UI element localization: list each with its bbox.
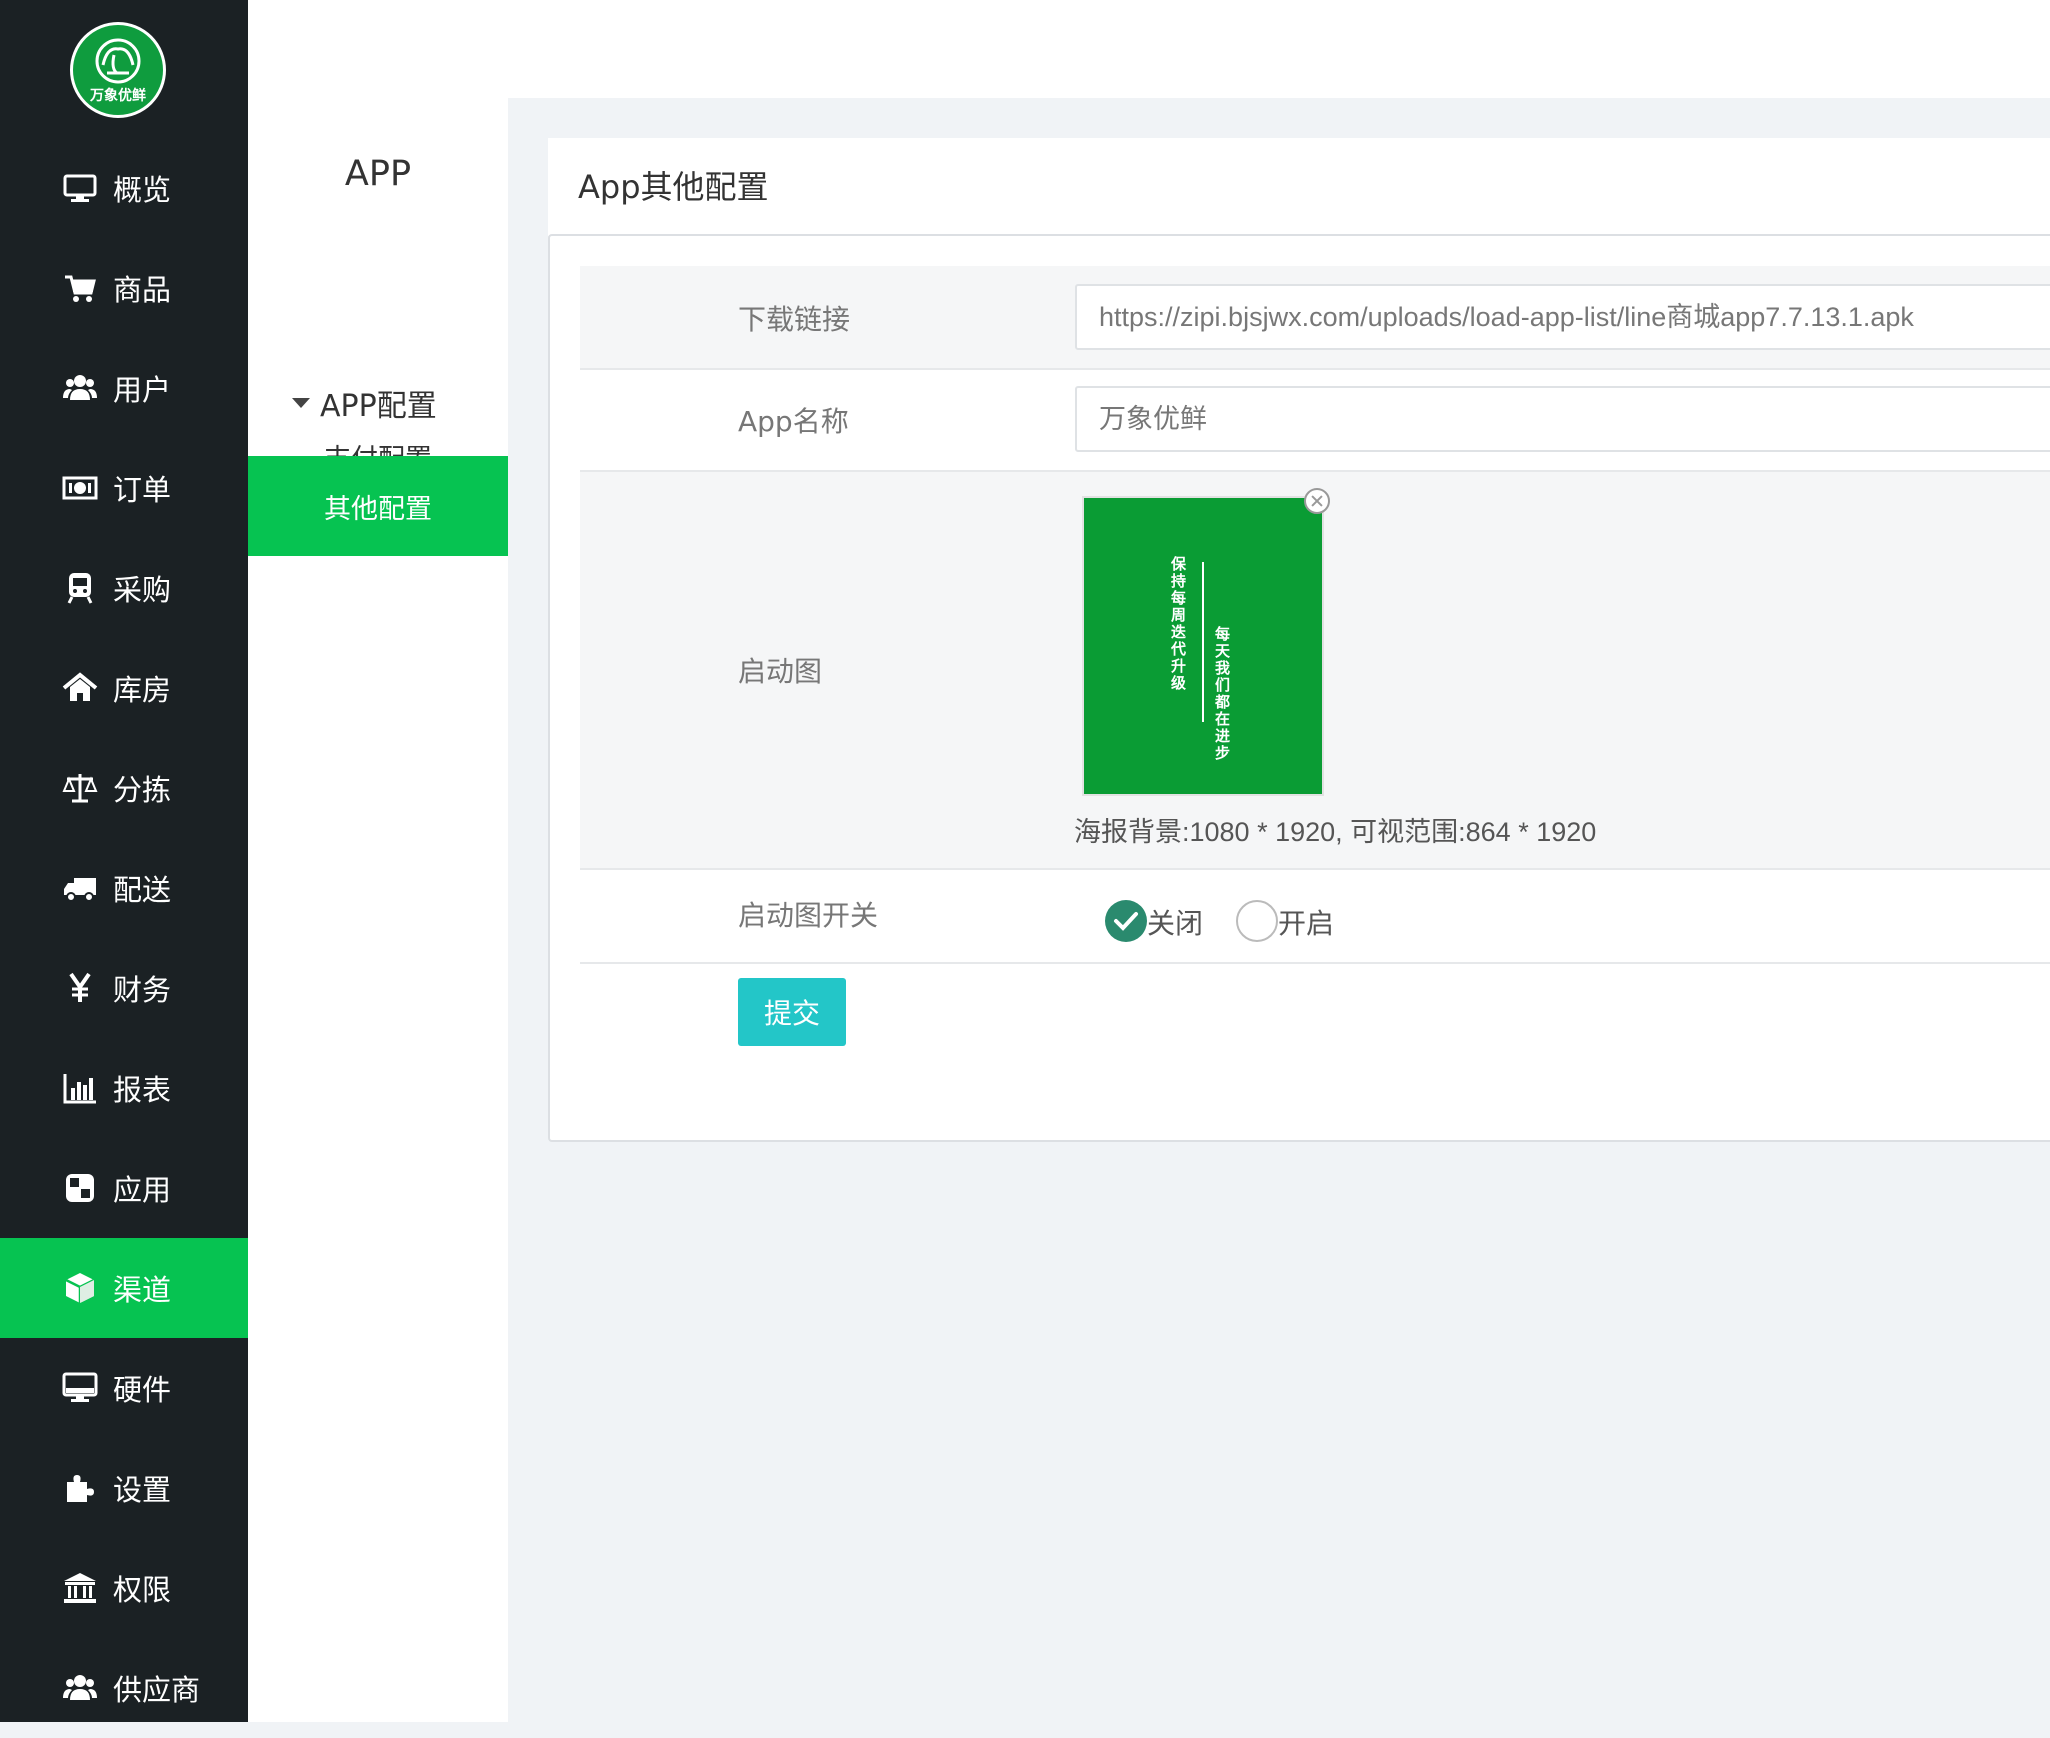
top-header-bar (248, 0, 2050, 98)
app-icon (60, 1168, 100, 1208)
sidebar-item-apps[interactable]: 应用 (0, 1138, 248, 1238)
submenu-title: APP (344, 154, 412, 194)
brand-logo[interactable]: 万象优鲜 (70, 22, 166, 118)
truck-icon (60, 868, 100, 908)
sidebar-label: 渠道 (113, 1273, 172, 1307)
train-icon (60, 568, 100, 608)
sidebar-item-purchase[interactable]: 采购 (0, 538, 248, 638)
check-icon (1114, 912, 1138, 931)
poster-text-left: 保持每周迭代升级 (1169, 556, 1187, 692)
sidebar-label: 采购 (113, 573, 172, 607)
sidebar-label: 报表 (113, 1073, 172, 1107)
sidebar-label: 用户 (113, 373, 172, 407)
remove-image-close-icon[interactable] (1304, 488, 1330, 514)
sidebar-item-suppliers[interactable]: 供应商 (0, 1638, 248, 1738)
radio-off-label[interactable]: 关闭 (1147, 902, 1203, 942)
splash-image-label: 启动图 (738, 655, 823, 688)
app-name-label: App名称 (738, 405, 849, 438)
poster-text-right: 每天我们都在进步 (1213, 626, 1231, 762)
puzzle-icon (60, 1468, 100, 1508)
sidebar-item-overview[interactable]: 概览 (0, 138, 248, 238)
submit-button[interactable]: 提交 (738, 978, 846, 1046)
monitor-icon (60, 168, 100, 208)
sidebar-label: 权限 (113, 1573, 172, 1607)
sidebar-item-finance[interactable]: 财务 (0, 938, 248, 1038)
sidebar-item-hardware[interactable]: 硬件 (0, 1338, 248, 1438)
sidebar-label: 库房 (113, 673, 172, 707)
submenu-item-other-config[interactable]: 其他配置 (248, 456, 508, 556)
form-row-splash-switch: 启动图开关 关闭 开启 (580, 870, 2050, 964)
bar-chart-icon (60, 1068, 100, 1108)
form-row-app-name: App名称 万象优鲜 (580, 370, 2050, 472)
splash-switch-label: 启动图开关 (738, 899, 879, 932)
bank-icon (60, 1568, 100, 1608)
sidebar-label: 概览 (113, 173, 172, 207)
radio-on[interactable] (1236, 900, 1278, 942)
radio-off[interactable] (1105, 900, 1147, 942)
sidebar-item-products[interactable]: 商品 (0, 238, 248, 338)
sidebar-label: 配送 (113, 873, 172, 907)
sidebar-label: 应用 (113, 1173, 172, 1207)
sidebar-item-settings[interactable]: 设置 (0, 1438, 248, 1538)
sidebar-label: 供应商 (113, 1673, 201, 1707)
sidebar-item-orders[interactable]: 订单 (0, 438, 248, 538)
main-sidebar: 万象优鲜 概览 商品 用户 订单 采购 库房 分拣 配送 财务 报表 应用 渠道… (0, 0, 248, 1722)
sidebar-item-permissions[interactable]: 权限 (0, 1538, 248, 1638)
sidebar-item-channels[interactable]: 渠道 (0, 1238, 248, 1338)
form-row-download: 下载链接 https://zipi.bjsjwx.com/uploads/loa… (580, 266, 2050, 370)
sidebar-label: 财务 (113, 973, 172, 1007)
poster-divider (1202, 562, 1204, 722)
supplier-users-icon (60, 1668, 100, 1708)
page-title: App其他配置 (578, 168, 769, 206)
sidebar-item-warehouse[interactable]: 库房 (0, 638, 248, 738)
scale-icon (60, 768, 100, 808)
download-link-label: 下载链接 (738, 303, 851, 336)
sidebar-item-delivery[interactable]: 配送 (0, 838, 248, 938)
home-icon (60, 668, 100, 708)
app-name-input[interactable]: 万象优鲜 (1075, 386, 2050, 452)
panel-header: App其他配置 (548, 138, 2050, 236)
download-link-input[interactable]: https://zipi.bjsjwx.com/uploads/load-app… (1075, 284, 2050, 350)
money-icon (60, 468, 100, 508)
cube-icon (60, 1268, 100, 1308)
elephant-logo-icon: 万象优鲜 (89, 38, 146, 104)
sidebar-label: 订单 (113, 473, 172, 507)
sidebar-item-sorting[interactable]: 分拣 (0, 738, 248, 838)
logo-text: 万象优鲜 (89, 87, 146, 104)
cart-icon (60, 268, 100, 308)
secondary-menu: APP APP配置 支付配置 其他配置 (248, 98, 508, 1722)
sidebar-label: 商品 (113, 273, 172, 307)
sidebar-label: 硬件 (113, 1373, 172, 1407)
sidebar-label: 设置 (113, 1473, 172, 1507)
desktop-icon (60, 1368, 100, 1408)
form-row-splash-image: 启动图 保持每周迭代升级 每天我们都在进步 海报背景:1080 * 1920, … (580, 472, 2050, 870)
sidebar-item-users[interactable]: 用户 (0, 338, 248, 438)
splash-image-hint: 海报背景:1080 * 1920, 可视范围:864 * 1920 (1074, 817, 1597, 847)
yen-icon (60, 968, 100, 1008)
radio-on-label[interactable]: 开启 (1278, 902, 1334, 942)
users-icon (60, 368, 100, 408)
sidebar-label: 分拣 (113, 773, 172, 807)
sidebar-item-reports[interactable]: 报表 (0, 1038, 248, 1138)
splash-image-thumbnail[interactable]: 保持每周迭代升级 每天我们都在进步 (1082, 496, 1324, 796)
